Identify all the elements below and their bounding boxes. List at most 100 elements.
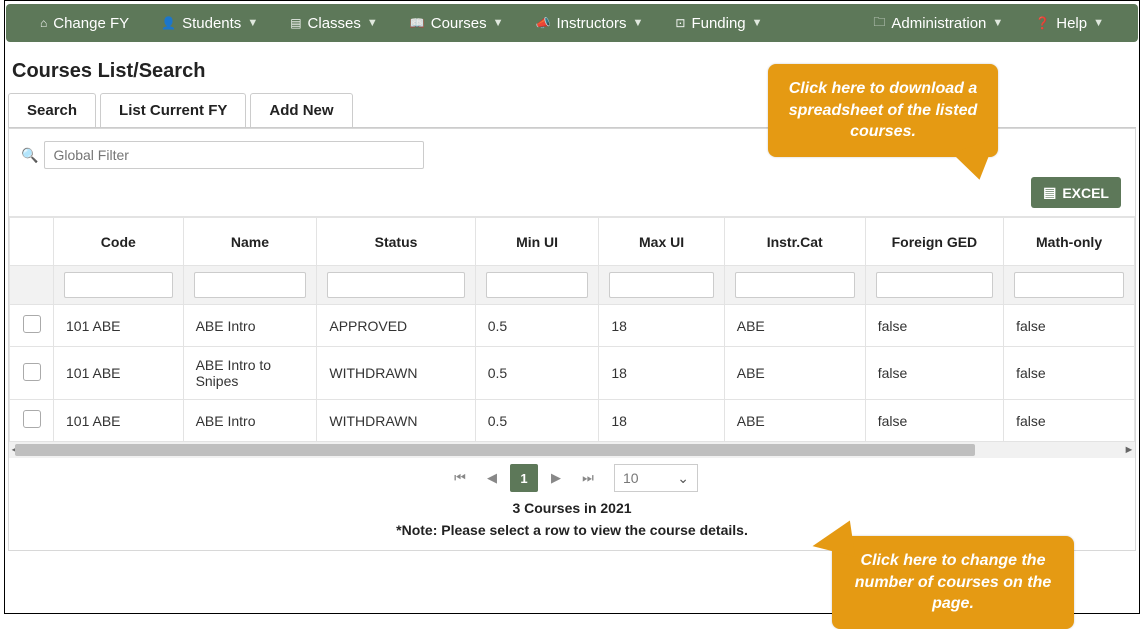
col-code[interactable]: Code: [54, 218, 184, 266]
folder-icon: 🗀: [873, 13, 885, 34]
col-min-ui[interactable]: Min UI: [475, 218, 599, 266]
export-excel-button[interactable]: ▤ EXCEL: [1031, 177, 1121, 208]
filter-status[interactable]: [327, 272, 464, 298]
col-max-ui[interactable]: Max UI: [599, 218, 724, 266]
pager: ⏮ ◀ 1 ▶ ⏭ 10 ⌄: [9, 458, 1135, 496]
page-size-select[interactable]: 10 ⌄: [614, 464, 698, 492]
nav-classes[interactable]: ▤ Classes ▼: [274, 15, 394, 32]
nav-label: Administration: [891, 15, 986, 32]
excel-label: EXCEL: [1062, 185, 1109, 201]
nav-funding[interactable]: ⊡ Funding ▼: [659, 15, 778, 32]
chevron-down-icon: ▼: [992, 17, 1003, 29]
nav-instructors[interactable]: 📣 Instructors ▼: [520, 15, 660, 32]
col-instr-cat[interactable]: Instr.Cat: [724, 218, 865, 266]
cell-code: 101 ABE: [54, 347, 184, 400]
col-foreign-ged[interactable]: Foreign GED: [865, 218, 1003, 266]
cell-instr-cat: ABE: [724, 347, 865, 400]
nav-label: Change FY: [53, 15, 129, 32]
row-checkbox[interactable]: [23, 363, 41, 381]
tab-search[interactable]: Search: [8, 93, 96, 127]
cell-max-ui: 18: [599, 400, 724, 442]
pager-next-button[interactable]: ▶: [542, 464, 570, 492]
scrollbar-thumb[interactable]: [15, 444, 975, 456]
page-size-value: 10: [623, 470, 639, 486]
results-panel: 🔍 ▤ EXCEL Code Name Status Min UI Max UI…: [8, 128, 1136, 551]
search-icon: 🔍: [21, 147, 38, 164]
callout-pagesize: Click here to change the number of cours…: [832, 536, 1074, 629]
table-row[interactable]: 101 ABEABE Intro to SnipesWITHDRAWN0.518…: [10, 347, 1135, 400]
nav-label: Funding: [691, 15, 745, 32]
cell-math-only: false: [1004, 305, 1135, 347]
results-summary: 3 Courses in 2021: [9, 496, 1135, 520]
cell-name: ABE Intro: [183, 305, 317, 347]
cell-min-ui: 0.5: [475, 400, 599, 442]
nav-courses[interactable]: 📖 Courses ▼: [394, 15, 520, 32]
callout-excel: Click here to download a spreadsheet of …: [768, 64, 998, 157]
cell-status: WITHDRAWN: [317, 400, 475, 442]
book-icon: 📖: [410, 16, 425, 30]
pager-first-button[interactable]: ⏮: [446, 464, 474, 492]
cell-min-ui: 0.5: [475, 347, 599, 400]
cell-status: WITHDRAWN: [317, 347, 475, 400]
filter-min-ui[interactable]: [486, 272, 589, 298]
tab-add-new[interactable]: Add New: [250, 93, 352, 127]
money-icon: ⊡: [675, 16, 685, 30]
pager-last-button[interactable]: ⏭: [574, 464, 602, 492]
chevron-down-icon: ▼: [493, 17, 504, 29]
filter-math-only[interactable]: [1014, 272, 1124, 298]
nav-students[interactable]: 👤 Students ▼: [145, 15, 274, 32]
table-row[interactable]: 101 ABEABE IntroAPPROVED0.518ABEfalsefal…: [10, 305, 1135, 347]
row-checkbox[interactable]: [23, 410, 41, 428]
person-icon: 👤: [161, 16, 176, 30]
filter-instr-cat[interactable]: [735, 272, 855, 298]
home-icon: ⌂: [40, 16, 47, 30]
cell-instr-cat: ABE: [724, 305, 865, 347]
chevron-down-icon: ▼: [367, 17, 378, 29]
nav-label: Students: [182, 15, 241, 32]
filter-name[interactable]: [194, 272, 307, 298]
table-scroll[interactable]: Code Name Status Min UI Max UI Instr.Cat…: [9, 216, 1135, 442]
chevron-down-icon: ▼: [632, 17, 643, 29]
filter-code[interactable]: [64, 272, 173, 298]
cell-foreign-ged: false: [865, 400, 1003, 442]
nav-change-fy[interactable]: ⌂ Change FY: [24, 15, 145, 32]
global-filter-input[interactable]: [44, 141, 424, 169]
pager-prev-button[interactable]: ◀: [478, 464, 506, 492]
cell-name: ABE Intro to Snipes: [183, 347, 317, 400]
nav-label: Help: [1056, 15, 1087, 32]
nav-administration[interactable]: 🗀 Administration ▼: [857, 13, 1019, 34]
horizontal-scrollbar[interactable]: ◄ ►: [9, 442, 1135, 458]
cell-math-only: false: [1004, 400, 1135, 442]
col-checkbox: [10, 218, 54, 266]
chevron-down-icon: ▼: [247, 17, 258, 29]
cell-instr-cat: ABE: [724, 400, 865, 442]
cell-max-ui: 18: [599, 347, 724, 400]
filter-foreign-ged[interactable]: [876, 272, 993, 298]
question-icon: ❓: [1035, 16, 1050, 30]
col-name[interactable]: Name: [183, 218, 317, 266]
grid-icon: ▤: [290, 16, 301, 30]
scroll-right-icon[interactable]: ►: [1121, 442, 1137, 458]
cell-foreign-ged: false: [865, 347, 1003, 400]
chevron-down-icon: ⌄: [677, 470, 689, 487]
cell-name: ABE Intro: [183, 400, 317, 442]
pager-current-page[interactable]: 1: [510, 464, 538, 492]
nav-help[interactable]: ❓ Help ▼: [1019, 15, 1120, 32]
file-excel-icon: ▤: [1043, 184, 1056, 201]
tab-list-current-fy[interactable]: List Current FY: [100, 93, 246, 127]
row-checkbox[interactable]: [23, 315, 41, 333]
filter-max-ui[interactable]: [609, 272, 713, 298]
megaphone-icon: 📣: [536, 16, 551, 30]
chevron-down-icon: ▼: [1093, 17, 1104, 29]
chevron-down-icon: ▼: [752, 17, 763, 29]
cell-max-ui: 18: [599, 305, 724, 347]
col-status[interactable]: Status: [317, 218, 475, 266]
table-row[interactable]: 101 ABEABE IntroWITHDRAWN0.518ABEfalsefa…: [10, 400, 1135, 442]
cell-code: 101 ABE: [54, 400, 184, 442]
col-math-only[interactable]: Math-only: [1004, 218, 1135, 266]
cell-status: APPROVED: [317, 305, 475, 347]
cell-math-only: false: [1004, 347, 1135, 400]
cell-min-ui: 0.5: [475, 305, 599, 347]
nav-label: Courses: [431, 15, 487, 32]
courses-table: Code Name Status Min UI Max UI Instr.Cat…: [9, 217, 1135, 442]
